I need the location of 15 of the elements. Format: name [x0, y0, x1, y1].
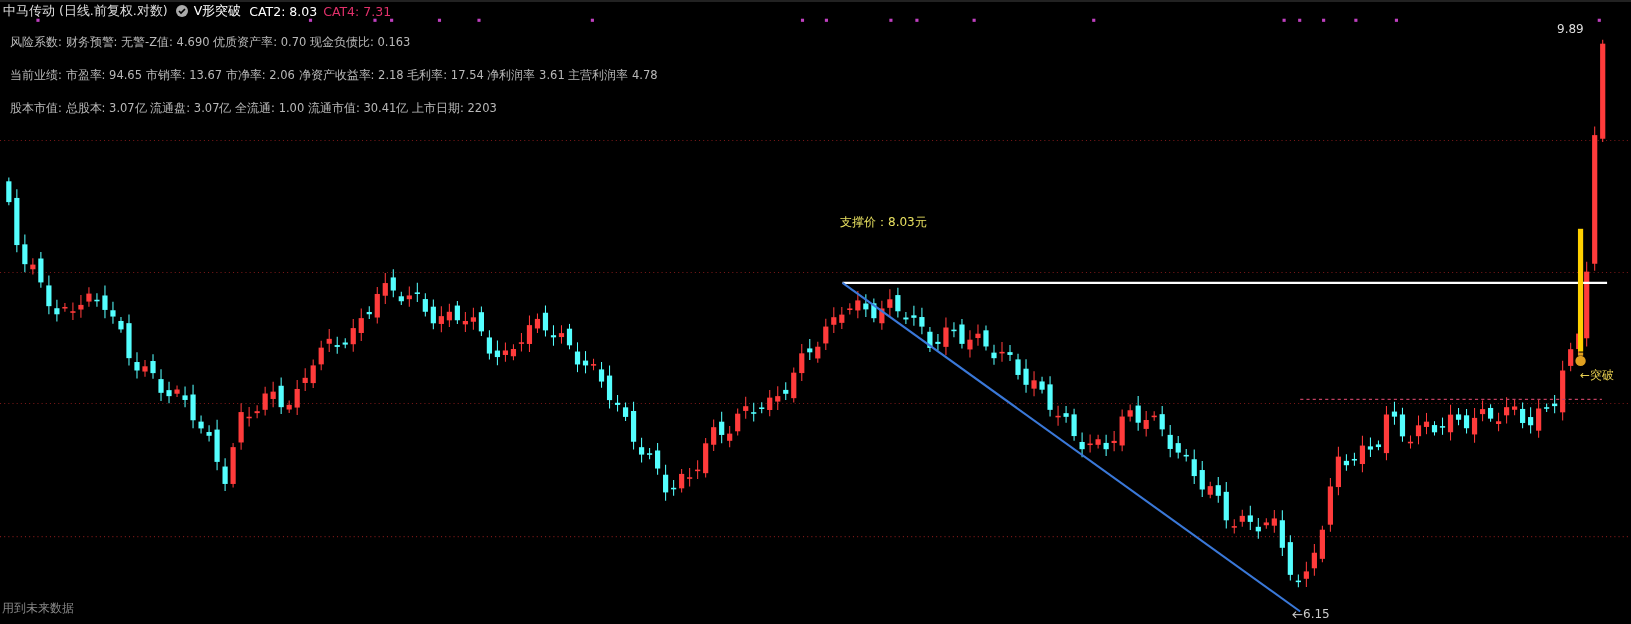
support-price-label: 支撑价：8.03元	[840, 214, 927, 231]
info-line: 股本市值: 总股本: 3.07亿 流通盘: 3.07亿 全流通: 1.00 流通市值: 30.41亿 上市日期: 2203	[9, 100, 498, 117]
breakout-label: ←突破	[1580, 367, 1615, 384]
indicator-reading: CAT2: 8.03	[249, 3, 318, 19]
info-line: 风险系数: 财务预警: 无警-Z值: 4.690 优质资产率: 0.70 现金负债比: 0.163	[9, 34, 412, 51]
high-price-label: 9.89	[1557, 22, 1584, 36]
check-circle-icon	[175, 5, 188, 17]
arrow-icon	[1292, 611, 1303, 619]
indicator-name: V形突破	[193, 2, 242, 20]
money-bag-icon	[1575, 352, 1586, 367]
low-price-label: 6.15	[1303, 607, 1330, 621]
indicator-reading: CAT4: 7.31	[323, 3, 392, 19]
chart-title: 中马传动 (日线.前复权.对数)	[3, 2, 168, 20]
info-line: 当前业绩: 市盈率: 94.65 市销率: 13.67 市净率: 2.06 净资产收益率: 2.18 毛利率: 17.54 净利润率 3.61 主营利润率 4.78	[9, 67, 658, 84]
future-data-note: 用到未来数据	[2, 600, 74, 617]
